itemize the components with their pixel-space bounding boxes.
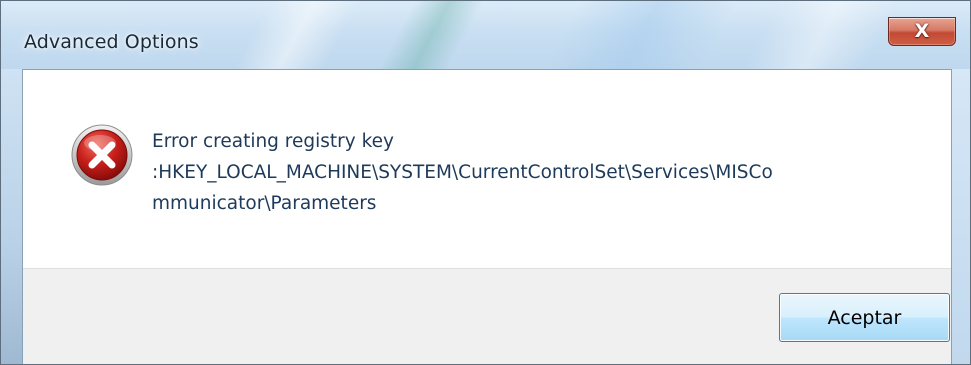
dialog-client-area: Error creating registry key :HKEY_LOCAL_… [22, 69, 952, 364]
glass-reflection [221, 1, 371, 69]
close-button[interactable]: X [888, 17, 956, 46]
error-message: Error creating registry key :HKEY_LOCAL_… [152, 126, 922, 219]
window-frame-left [1, 69, 22, 364]
message-line: mmunicator\Parameters [152, 193, 377, 214]
window-title: Advanced Options [24, 31, 199, 53]
window-frame-right [952, 69, 970, 364]
glass-reflection [531, 1, 751, 69]
error-icon [71, 124, 133, 186]
dialog-window: Advanced Options X Error creating regist… [0, 0, 971, 365]
message-area: Error creating registry key :HKEY_LOCAL_… [23, 70, 951, 268]
title-bar[interactable]: Advanced Options X [1, 1, 970, 69]
glass-reflection [366, 1, 496, 69]
button-bar: Aceptar [23, 268, 951, 364]
close-icon: X [914, 20, 930, 42]
message-line: :HKEY_LOCAL_MACHINE\SYSTEM\CurrentContro… [152, 162, 773, 183]
message-line: Error creating registry key [152, 131, 394, 152]
ok-button[interactable]: Aceptar [779, 293, 950, 342]
glass-reflection [731, 1, 911, 69]
